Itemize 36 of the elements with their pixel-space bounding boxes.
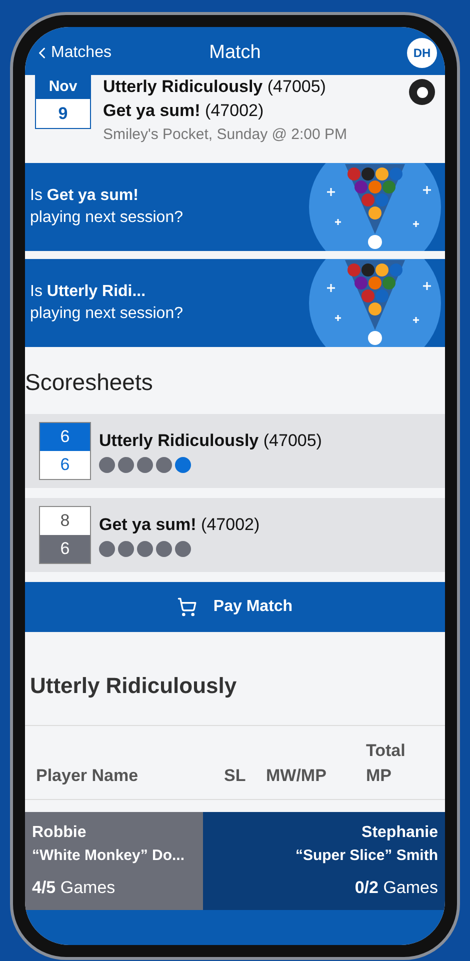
section-heading: Scoresheets	[25, 368, 154, 397]
away-team: Get ya sum! (47002)	[103, 100, 265, 122]
games-count: 0/2 Games	[354, 877, 438, 899]
cart-icon	[177, 596, 198, 616]
team-heading: Utterly Ridiculously	[30, 672, 237, 700]
banner-question: Is Utterly Ridi...	[30, 282, 147, 302]
scoresheet-card[interactable]: 6 6 Utterly Ridiculously (47005)	[25, 414, 445, 488]
scoresheet-card[interactable]: 8 6 Get ya sum! (47002)	[25, 498, 445, 572]
player-nickname: “Super Slice” Smith	[295, 846, 438, 866]
player-nickname: “White Monkey” Do...	[32, 846, 185, 866]
score-bottom: 6	[60, 454, 70, 476]
scoresheet-team: Utterly Ridiculously (47005)	[99, 430, 322, 452]
date-month: Nov	[48, 78, 78, 95]
user-avatar[interactable]: DH	[407, 38, 437, 68]
availability-banner[interactable]: Is Get ya sum! playing next session?	[25, 163, 445, 251]
player-first-name: Robbie	[32, 822, 86, 842]
column-header: Total MP	[366, 740, 406, 787]
games-count: 4/5 Games	[32, 877, 116, 899]
back-button[interactable]: Matches	[33, 41, 153, 65]
pay-match-button[interactable]: Pay Match	[25, 582, 445, 632]
column-header: Player Name	[36, 765, 140, 787]
scoresheet-team: Get ya sum! (47002)	[99, 514, 260, 536]
venue-text: Smiley's Pocket, Sunday @ 2:00 PM	[103, 125, 348, 145]
screen-title: Match	[208, 40, 262, 65]
banner-subtext: playing next session?	[30, 208, 184, 228]
column-header: MW/MP	[266, 765, 328, 787]
home-team: Utterly Ridiculously (47005)	[103, 76, 327, 98]
player-first-name: Stephanie	[362, 822, 438, 842]
date-day: 9	[58, 104, 68, 122]
banner-question: Is Get ya sum!	[30, 186, 140, 206]
banner-subtext: playing next session?	[30, 304, 184, 324]
column-header: SL	[224, 765, 247, 787]
score-top: 8	[60, 510, 70, 532]
score-top: 6	[60, 426, 70, 448]
availability-banner[interactable]: Is Utterly Ridi... playing next session?	[25, 259, 445, 347]
score-bottom: 6	[60, 538, 70, 560]
